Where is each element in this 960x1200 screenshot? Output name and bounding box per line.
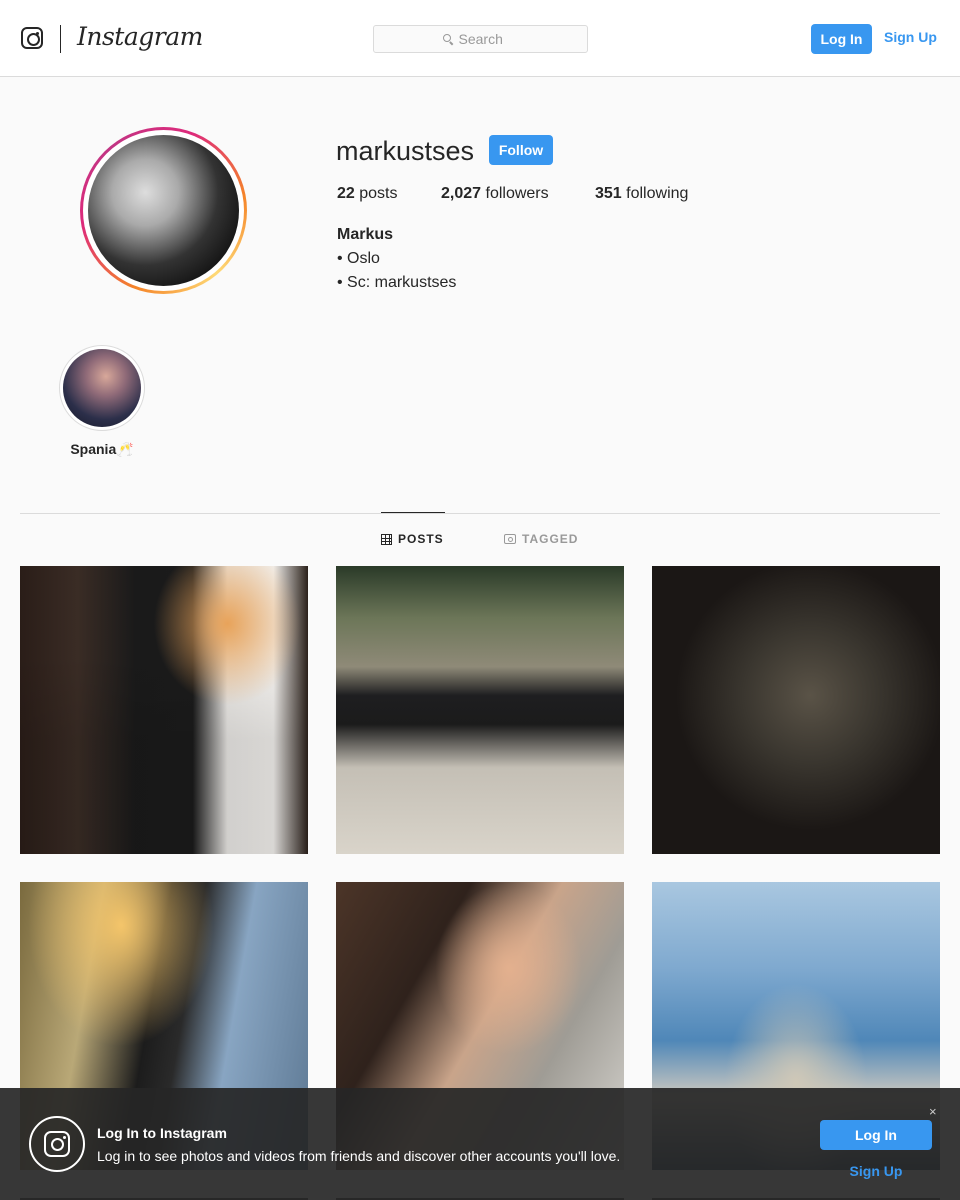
- search-input[interactable]: [458, 31, 519, 47]
- profile-username: markustses: [336, 136, 475, 166]
- active-tab-indicator: [381, 512, 445, 513]
- bio-line: • Oslo: [337, 250, 380, 267]
- post-thumbnail[interactable]: [652, 566, 940, 854]
- login-prompt-signup-link[interactable]: Sign Up: [820, 1163, 932, 1179]
- follow-button[interactable]: Follow: [489, 135, 553, 165]
- tabs-divider: [20, 513, 940, 514]
- story-highlight-cover: [63, 349, 141, 427]
- camera-icon: [44, 1131, 70, 1157]
- followers-label: followers: [485, 185, 549, 202]
- story-highlight[interactable]: [59, 345, 145, 431]
- profile-full-name: Markus: [337, 226, 394, 243]
- bio-line: • Sc: markustses: [337, 274, 457, 291]
- top-navigation-bar: Instagram Log In Sign Up: [0, 0, 960, 77]
- instagram-logo-icon: [29, 1116, 85, 1172]
- posts-label: posts: [359, 185, 398, 202]
- story-highlight-label: Spania🥂: [70, 441, 134, 457]
- instagram-wordmark-logo[interactable]: Instagram: [77, 22, 203, 51]
- tag-icon: [504, 534, 516, 544]
- close-icon[interactable]: ×: [929, 1104, 937, 1119]
- posts-count: 22: [337, 185, 355, 202]
- login-prompt-bar: Log In to Instagram Log in to see photos…: [0, 1088, 960, 1200]
- login-prompt-login-button[interactable]: Log In: [820, 1120, 932, 1150]
- logo-divider: [60, 25, 61, 53]
- avatar-frame: [83, 130, 244, 291]
- tab-tagged-label: TAGGED: [522, 532, 579, 546]
- avatar: [88, 135, 239, 286]
- followers-count-stat[interactable]: 2,027 followers: [441, 185, 549, 203]
- profile-avatar-story-ring[interactable]: [80, 127, 247, 294]
- following-label: following: [626, 185, 689, 202]
- grid-icon: [381, 533, 392, 545]
- followers-count: 2,027: [441, 185, 482, 202]
- search-icon: [442, 34, 453, 44]
- header-login-button[interactable]: Log In: [811, 24, 872, 54]
- tab-tagged[interactable]: TAGGED: [504, 532, 578, 546]
- header-signup-link[interactable]: Sign Up: [884, 29, 937, 45]
- post-thumbnail[interactable]: [336, 566, 624, 854]
- following-count: 351: [595, 185, 622, 202]
- tab-posts[interactable]: POSTS: [381, 532, 444, 546]
- search-box[interactable]: [373, 25, 588, 53]
- instagram-camera-icon[interactable]: [21, 27, 43, 49]
- posts-count-stat: 22 posts: [337, 185, 398, 203]
- login-prompt-title: Log In to Instagram: [97, 1125, 227, 1141]
- following-count-stat[interactable]: 351 following: [595, 185, 688, 203]
- login-prompt-text: Log in to see photos and videos from fri…: [97, 1148, 621, 1164]
- post-thumbnail[interactable]: [20, 566, 308, 854]
- tab-posts-label: POSTS: [398, 532, 444, 546]
